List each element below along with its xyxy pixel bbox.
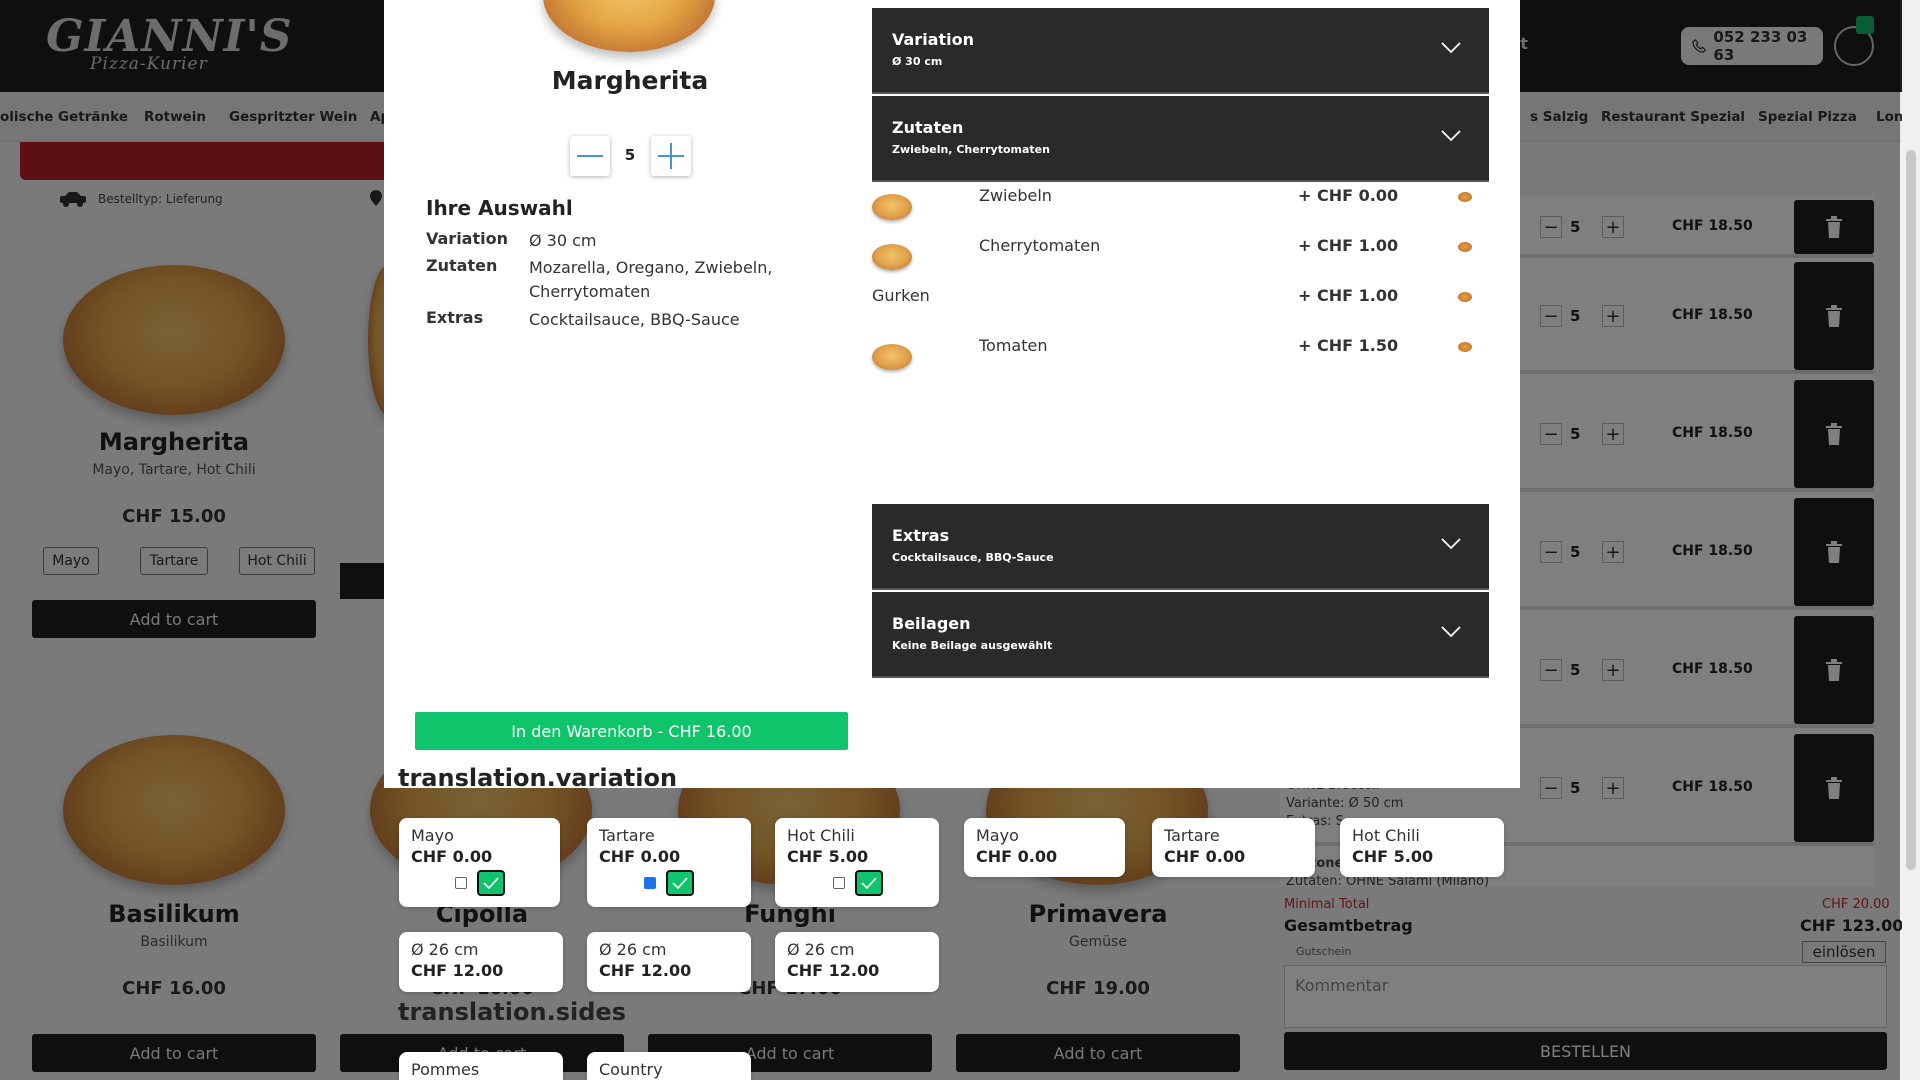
extra-option-card[interactable]: Hot Chili CHF 5.00 bbox=[775, 818, 939, 907]
minus-icon bbox=[577, 155, 603, 157]
selection-row: Variation Ø 30 cm bbox=[426, 229, 597, 250]
accordion-extras[interactable]: Extras Cocktailsauce, BBQ-Sauce bbox=[872, 504, 1489, 590]
extra-option-card[interactable]: Mayo CHF 0.00 bbox=[399, 818, 560, 907]
scrollbar-thumb[interactable] bbox=[1906, 150, 1916, 870]
variation-heading: translation.variation bbox=[398, 764, 678, 792]
side-option-card[interactable]: Country bbox=[587, 1052, 751, 1080]
ingredient-option[interactable]: Cherrytomaten + CHF 1.00 bbox=[872, 236, 1489, 286]
ingredient-toggle-icon[interactable] bbox=[1458, 342, 1472, 352]
modal-title: Margherita bbox=[551, 66, 709, 95]
chevron-down-icon bbox=[1441, 626, 1461, 638]
selection-row: Extras Cocktailsauce, BBQ-Sauce bbox=[426, 308, 740, 329]
increase-quantity-button[interactable] bbox=[651, 136, 691, 176]
extra-option-card[interactable]: Hot Chili CHF 5.00 bbox=[1340, 818, 1504, 877]
extra-option-card[interactable]: Mayo CHF 0.00 bbox=[964, 818, 1125, 877]
size-option-card[interactable]: Ø 26 cm CHF 12.00 bbox=[775, 932, 939, 992]
sides-heading: translation.sides bbox=[398, 998, 626, 1026]
ingredient-thumbnail bbox=[872, 344, 912, 370]
selection-title: Ihre Auswahl bbox=[426, 196, 573, 220]
option-checkbox[interactable] bbox=[644, 877, 656, 889]
accordion-beilagen[interactable]: Beilagen Keine Beilage ausgewählt bbox=[872, 592, 1489, 678]
option-checkbox[interactable] bbox=[833, 877, 845, 889]
add-to-cart-modal-button[interactable]: In den Warenkorb - CHF 16.00 bbox=[415, 712, 848, 750]
selection-row: Zutaten Mozarella, Oregano, Zwiebeln, Ch… bbox=[426, 256, 773, 301]
check-icon[interactable] bbox=[666, 870, 694, 896]
ingredient-option[interactable]: Tomaten + CHF 1.50 bbox=[872, 336, 1489, 386]
decrease-quantity-button[interactable] bbox=[570, 136, 610, 176]
check-icon[interactable] bbox=[477, 870, 505, 896]
extra-option-card[interactable]: Tartare CHF 0.00 bbox=[1152, 818, 1315, 877]
ingredient-option[interactable]: Zwiebeln + CHF 0.00 bbox=[872, 186, 1489, 236]
option-checkbox[interactable] bbox=[455, 877, 467, 889]
quantity-value: 5 bbox=[624, 146, 636, 164]
extra-option-card[interactable]: Tartare CHF 0.00 bbox=[587, 818, 751, 907]
side-option-card[interactable]: Pommes bbox=[399, 1052, 563, 1080]
ingredient-thumbnail bbox=[872, 244, 912, 270]
size-option-card[interactable]: Ø 26 cm CHF 12.00 bbox=[587, 932, 751, 992]
chevron-down-icon bbox=[1441, 42, 1461, 54]
check-icon[interactable] bbox=[855, 870, 883, 896]
accordion-variation[interactable]: Variation Ø 30 cm bbox=[872, 8, 1489, 94]
size-option-card[interactable]: Ø 26 cm CHF 12.00 bbox=[399, 932, 563, 992]
ingredient-option[interactable]: Gurken + CHF 1.00 bbox=[872, 286, 1489, 336]
ingredient-toggle-icon[interactable] bbox=[1458, 192, 1472, 202]
ingredient-thumbnail bbox=[872, 194, 912, 220]
chevron-down-icon bbox=[1441, 538, 1461, 550]
chevron-down-icon bbox=[1441, 130, 1461, 142]
ingredient-toggle-icon[interactable] bbox=[1458, 242, 1472, 252]
ingredient-toggle-icon[interactable] bbox=[1458, 292, 1472, 302]
accordion-zutaten[interactable]: Zutaten Zwiebeln, Cherrytomaten bbox=[872, 96, 1489, 182]
plus-icon bbox=[658, 143, 684, 169]
